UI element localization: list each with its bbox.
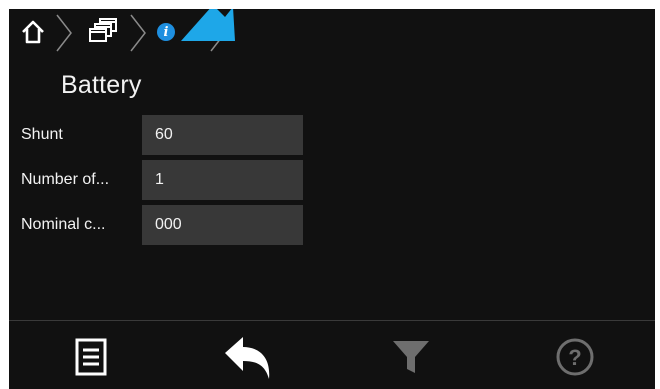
breadcrumb-separator bbox=[130, 14, 146, 52]
shunt-label: Shunt bbox=[21, 126, 63, 143]
breadcrumb-home[interactable] bbox=[13, 13, 53, 51]
bottom-toolbar: ? bbox=[9, 320, 655, 389]
shunt-field[interactable]: 60 bbox=[142, 115, 303, 155]
info-glyph: i bbox=[163, 24, 169, 40]
menu-list-icon bbox=[75, 338, 107, 376]
filter-icon bbox=[393, 341, 429, 373]
nominal-capacity-field[interactable]: 000 bbox=[142, 205, 303, 245]
breadcrumb: i bbox=[9, 9, 655, 57]
page-title: Battery bbox=[61, 71, 142, 99]
device-screen: i Battery Shunt 60 Number of... 1 Nomina… bbox=[9, 9, 655, 389]
back-button[interactable] bbox=[219, 327, 279, 387]
menu-button[interactable] bbox=[61, 327, 121, 387]
filter-button[interactable] bbox=[381, 327, 441, 387]
windows-stack-icon bbox=[89, 18, 117, 42]
breadcrumb-windows[interactable] bbox=[79, 13, 127, 51]
help-glyph: ? bbox=[568, 345, 581, 370]
number-of-field[interactable]: 1 bbox=[142, 160, 303, 200]
pointer-arrow-icon bbox=[181, 9, 235, 41]
nominal-capacity-label: Nominal c... bbox=[21, 216, 106, 233]
back-arrow-icon bbox=[225, 337, 270, 379]
breadcrumb-separator bbox=[56, 14, 72, 52]
home-icon bbox=[22, 20, 44, 44]
help-icon: ? bbox=[556, 338, 594, 376]
number-of-label: Number of... bbox=[21, 171, 110, 188]
help-button[interactable]: ? bbox=[545, 327, 605, 387]
